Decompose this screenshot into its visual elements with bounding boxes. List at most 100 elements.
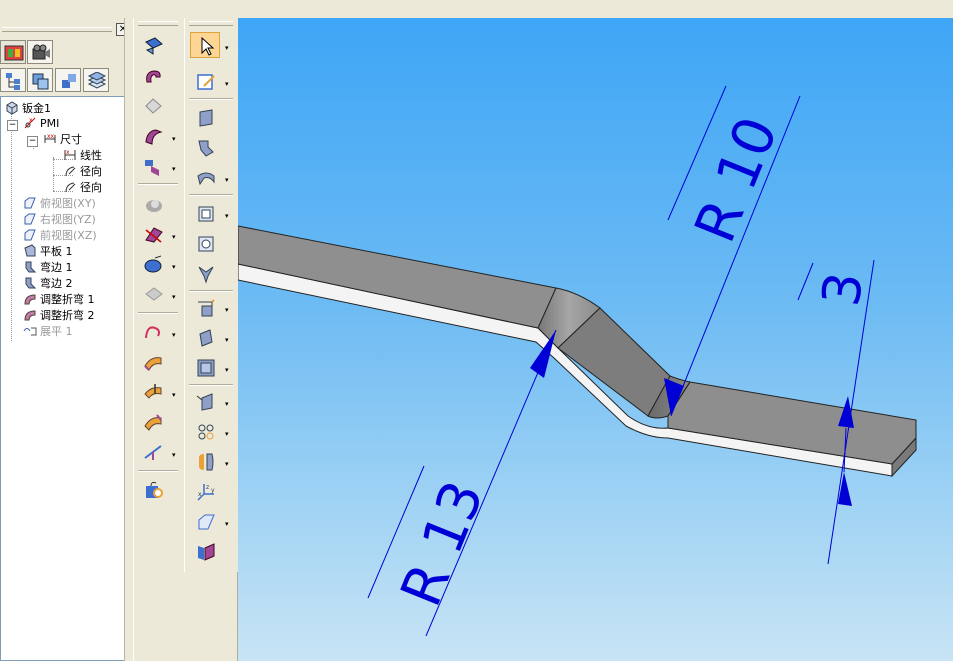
pattern-tool-button[interactable]	[190, 294, 220, 320]
feature-panel: ✕ 钣金1 − x PMI − xx 尺寸 x 线性 径向 径向 俯视图(XY)…	[0, 18, 133, 661]
break-corner-button[interactable]	[137, 438, 167, 464]
tree-label-flatten: 展平 1	[40, 325, 73, 338]
tab-tool-icon	[145, 37, 163, 55]
contour-dropdown[interactable]: ▾	[225, 176, 229, 184]
toolbar-grip[interactable]	[189, 21, 233, 26]
hem-icon	[145, 160, 159, 176]
box-tool-button[interactable]	[190, 354, 220, 380]
plane-icon	[199, 109, 213, 127]
tab-parts[interactable]	[55, 68, 81, 92]
gusset-dropdown[interactable]: ▾	[225, 400, 229, 408]
thicken-tool-button[interactable]	[190, 324, 220, 350]
select-tool-button[interactable]	[190, 32, 220, 58]
toolbar-separator	[138, 183, 178, 185]
tree-item-flange-2[interactable]: 弯边 2	[23, 276, 73, 292]
sketch-curve-button[interactable]	[137, 318, 167, 344]
3d-viewport[interactable]: R 10 R 13 3	[238, 18, 953, 661]
toolbar-separator	[189, 98, 233, 100]
hem-button[interactable]	[137, 152, 167, 178]
relations-dropdown[interactable]: ▾	[225, 430, 229, 438]
pattern-dropdown[interactable]: ▾	[225, 306, 229, 314]
dimension-r10[interactable]: R 10	[664, 85, 801, 417]
normal-cut-button[interactable]	[190, 538, 220, 564]
plane-tool-button[interactable]	[190, 104, 220, 130]
tree-label-dimensions: 尺寸	[60, 133, 82, 146]
tree-item-root[interactable]: 钣金1	[5, 101, 51, 117]
toolbar-tail	[184, 572, 238, 661]
tab-tool-button[interactable]	[137, 32, 167, 58]
gusset-tool-button[interactable]	[190, 388, 220, 414]
tree-item-bend-2[interactable]: 调整折弯 2	[23, 308, 95, 324]
thicken-dropdown[interactable]: ▾	[225, 336, 229, 344]
tree-item-tab[interactable]: 平板 1	[23, 244, 73, 260]
adjust-bend-icon	[24, 294, 36, 305]
tree-item-view-top[interactable]: 俯视图(XY)	[23, 196, 96, 212]
tree-item-flatten[interactable]: 展平 1	[23, 324, 73, 340]
toolbar-grip[interactable]	[138, 21, 178, 26]
rectangle-dropdown[interactable]: ▾	[225, 212, 229, 220]
coordinate-system-button[interactable]: zy x	[190, 478, 220, 504]
curve-icon	[145, 326, 160, 339]
bend-dropdown[interactable]: ▾	[172, 233, 176, 241]
louver-dropdown[interactable]: ▾	[172, 293, 176, 301]
toolbar-separator	[189, 384, 233, 386]
tree-item-dim-radial-1[interactable]: 径向	[63, 164, 102, 180]
expander-dimensions[interactable]: −	[27, 136, 38, 147]
tab-feature-library[interactable]	[0, 40, 26, 64]
sketch-dropdown[interactable]: ▾	[225, 80, 229, 88]
sketch-button[interactable]	[190, 68, 220, 94]
corner-dropdown[interactable]: ▾	[172, 451, 176, 459]
dimple-icon	[146, 200, 162, 212]
attach-button[interactable]	[137, 476, 167, 502]
dimension-r13[interactable]: R 13	[367, 329, 557, 637]
close-corner-button[interactable]	[137, 408, 167, 434]
tree-item-bend-1[interactable]: 调整折弯 1	[23, 292, 95, 308]
circle-tool-button[interactable]	[190, 230, 220, 256]
tab-camera[interactable]	[27, 40, 53, 64]
tree-item-dimensions[interactable]: xx 尺寸	[43, 132, 82, 148]
split-tool-button[interactable]	[190, 448, 220, 474]
tree-item-view-right[interactable]: 右视图(YZ)	[23, 212, 96, 228]
tree-item-dim-linear[interactable]: x 线性	[63, 148, 102, 164]
sheetmetal-model: R 10 R 13 3	[238, 85, 917, 637]
panel-grip[interactable]	[2, 27, 112, 32]
emboss-dropdown[interactable]: ▾	[172, 263, 176, 271]
tab-pathfinder[interactable]	[0, 68, 26, 92]
hem-dropdown[interactable]: ▾	[172, 165, 176, 173]
tree-label-pmi: PMI	[40, 117, 60, 130]
extrude-button[interactable]	[137, 348, 167, 374]
contour-tool-button[interactable]	[190, 164, 220, 190]
tree-item-pmi[interactable]: x PMI	[23, 116, 59, 132]
toolbar-separator	[189, 194, 233, 196]
ref-plane-tool-button[interactable]	[190, 508, 220, 534]
cutout-button[interactable]	[137, 378, 167, 404]
mirror-tool-button[interactable]	[190, 260, 220, 286]
tree-structure-icon	[6, 73, 20, 90]
rectangle-tool-button[interactable]	[190, 200, 220, 226]
select-dropdown[interactable]: ▾	[225, 44, 229, 52]
flange-dropdown[interactable]: ▾	[172, 135, 176, 143]
flange-icon	[25, 261, 37, 273]
contour-flange-button[interactable]	[137, 62, 167, 88]
box-dropdown[interactable]: ▾	[225, 366, 229, 374]
relations-tool-button[interactable]	[190, 418, 220, 444]
tree-item-flange-1[interactable]: 弯边 1	[23, 260, 73, 276]
ref-plane-dropdown[interactable]: ▾	[225, 520, 229, 528]
tab-layers[interactable]	[27, 68, 53, 92]
split-dropdown[interactable]: ▾	[225, 460, 229, 468]
tab-sheets[interactable]	[83, 68, 109, 92]
emboss-button[interactable]	[137, 250, 167, 276]
tree-label-flange-2: 弯边 2	[40, 277, 73, 290]
bend-button[interactable]	[137, 220, 167, 246]
lofted-flange-button[interactable]	[137, 92, 167, 118]
flange-tool-button[interactable]	[190, 134, 220, 160]
expander-pmi[interactable]: −	[7, 120, 18, 131]
dimple-button[interactable]	[137, 190, 167, 216]
toolbar-separator	[189, 290, 233, 292]
louver-button[interactable]	[137, 280, 167, 306]
tree-item-dim-radial-2[interactable]: 径向	[63, 180, 102, 196]
flange-button[interactable]	[137, 122, 167, 148]
cutout-dropdown[interactable]: ▾	[172, 391, 176, 399]
tree-item-view-front[interactable]: 前视图(XZ)	[23, 228, 97, 244]
curve-dropdown[interactable]: ▾	[172, 331, 176, 339]
